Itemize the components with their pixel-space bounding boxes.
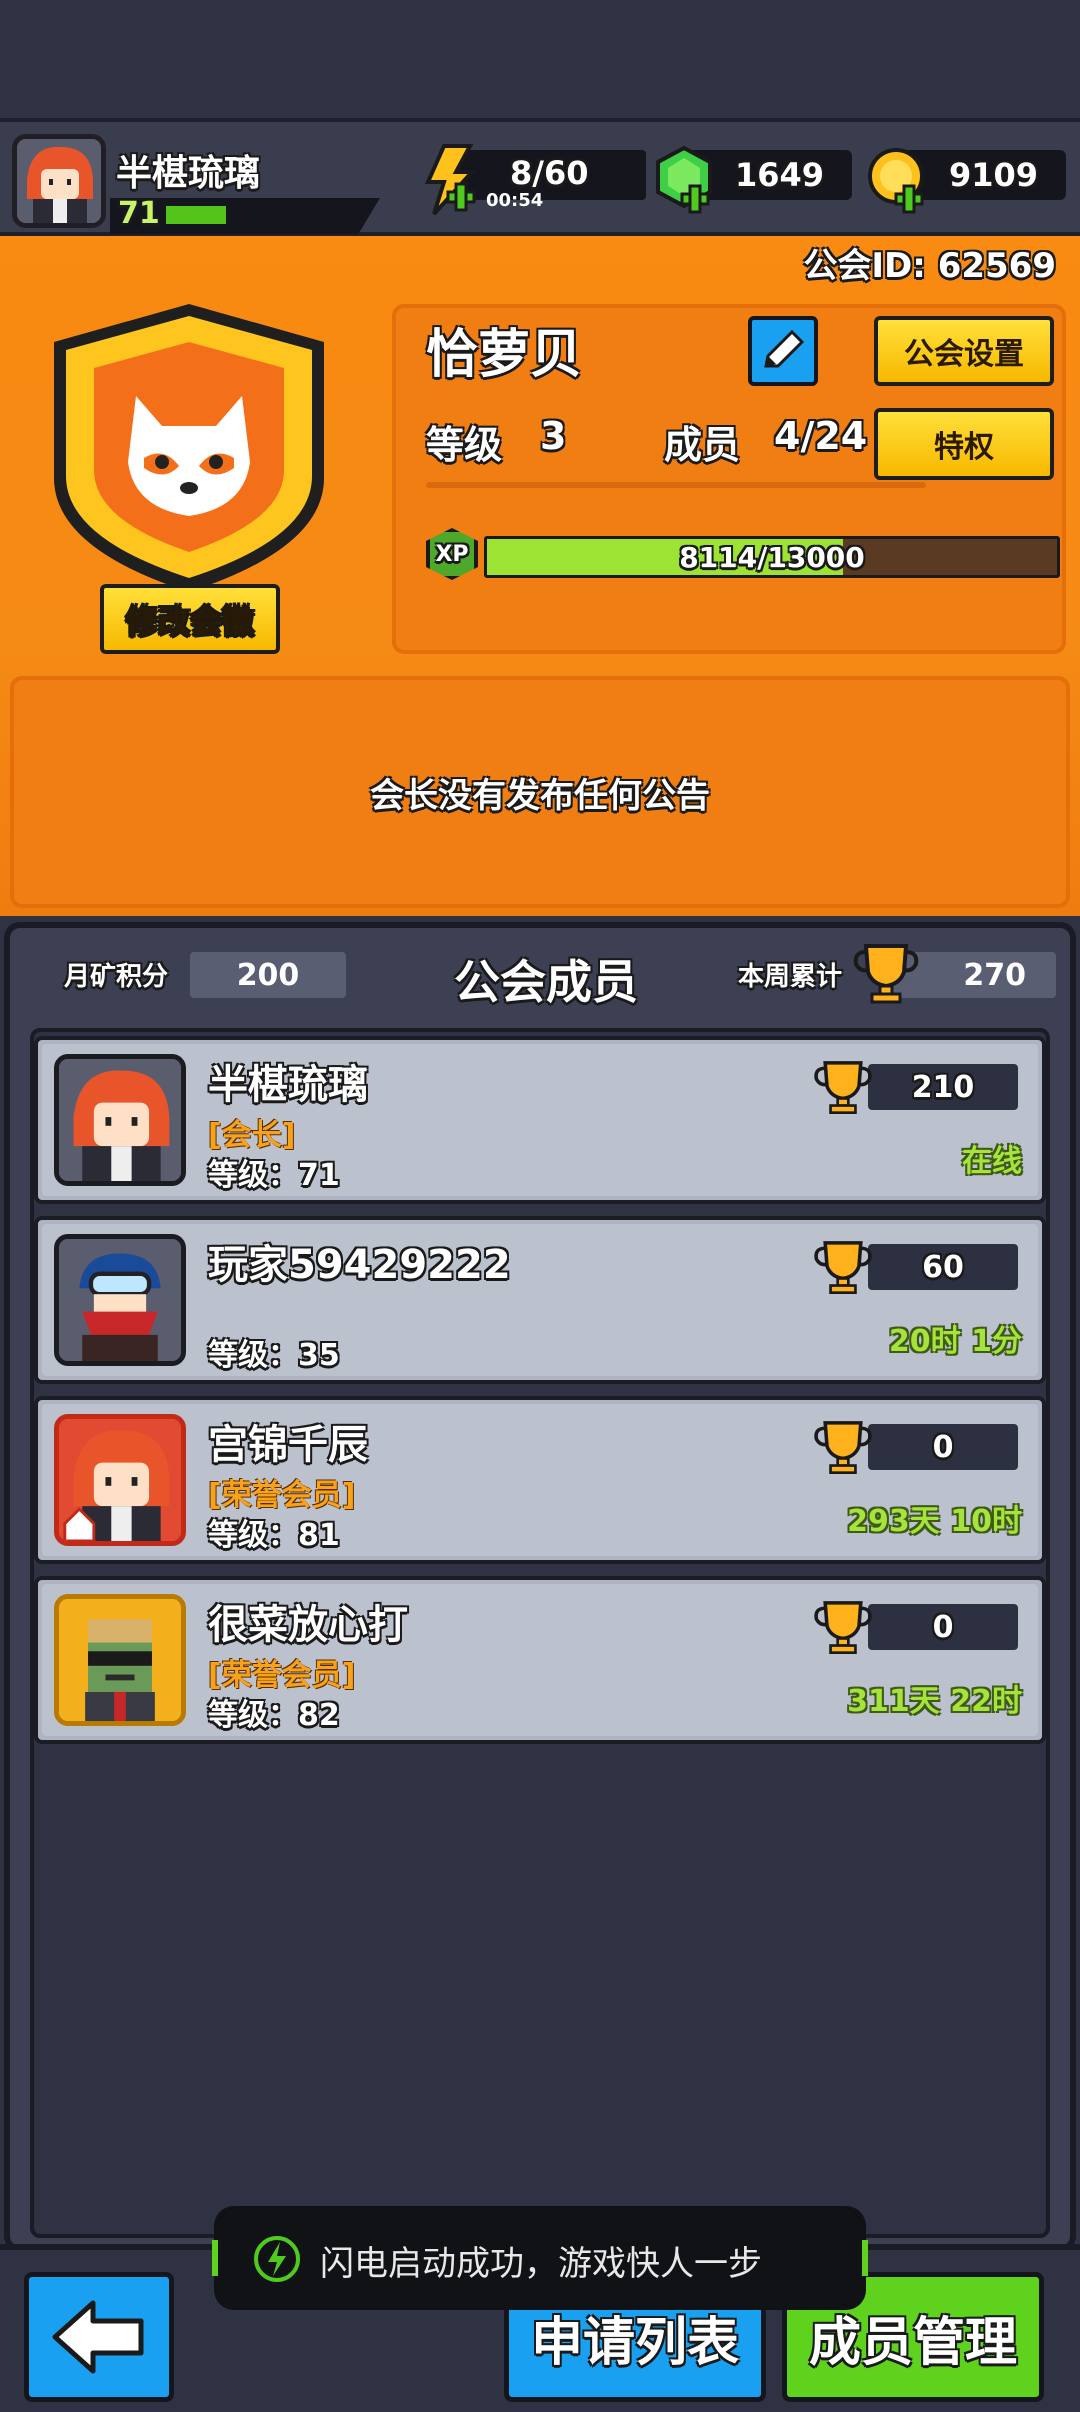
member-trophies: 0	[868, 1424, 1018, 1470]
guild-name: 恰萝贝	[426, 325, 583, 385]
trophy-icon	[814, 1601, 872, 1654]
member-row[interactable]: 很菜放心打 [荣誉会员] 等级：82 0 311天 22时	[34, 1576, 1046, 1744]
member-trophies: 210	[868, 1064, 1018, 1110]
toast-accent-left	[212, 2240, 218, 2276]
member-status: 293天 10时	[847, 1504, 1022, 1539]
xp-text: 8114/13000	[679, 541, 865, 574]
member-row[interactable]: 玩家59429222 等级：35 60 20时 1分	[34, 1216, 1046, 1384]
member-status: 311天 22时	[847, 1684, 1022, 1719]
toast-text: 闪电启动成功，游戏快人一步	[320, 2244, 762, 2284]
member-name: 宫锦千辰	[208, 1422, 368, 1468]
member-avatar	[54, 1594, 186, 1726]
member-row[interactable]: 半椹琉璃 [会长] 等级：71 210 在线	[34, 1036, 1046, 1204]
trophy-icon	[814, 1421, 872, 1474]
avatar-redhair-festive-icon	[59, 1419, 181, 1541]
member-level: 等级：82	[208, 1698, 340, 1733]
status-area	[0, 0, 1080, 120]
member-status: 在线	[962, 1144, 1022, 1179]
weekly-total-value: 270	[963, 957, 1026, 993]
player-level-fill	[166, 206, 226, 224]
coin-value: 9109	[948, 156, 1038, 194]
player-avatar[interactable]	[12, 134, 106, 228]
guild-members-value: 4/24	[774, 414, 868, 458]
member-name: 玩家59429222	[208, 1242, 511, 1288]
announcement-text: 会长没有发布任何公告	[370, 775, 710, 816]
back-button[interactable]	[24, 2272, 174, 2402]
monthly-points-label: 月矿积分	[64, 962, 169, 992]
trophy-icon	[814, 1241, 872, 1294]
coin-icon	[868, 148, 924, 214]
toast-accent-right	[862, 2240, 868, 2276]
avatar-zombie-sunglasses-icon	[59, 1599, 181, 1721]
player-level-bar: 71	[110, 198, 380, 234]
lightning-icon	[424, 144, 477, 216]
member-name: 很菜放心打	[208, 1602, 408, 1648]
member-trophies: 60	[868, 1244, 1018, 1290]
player-name: 半椹琉璃	[116, 153, 261, 194]
player-avatar-icon	[17, 139, 101, 223]
energy-counter[interactable]: 8/60 00:54	[420, 144, 646, 220]
member-avatar	[54, 1054, 186, 1186]
member-role: [会长]	[208, 1118, 296, 1153]
trophy-icon	[814, 1061, 872, 1114]
members-title: 公会成员	[454, 955, 638, 1009]
weekly-total-label: 本周累计	[738, 962, 843, 992]
player-level: 71	[118, 196, 160, 231]
divider	[426, 482, 926, 488]
member-level: 等级：35	[208, 1338, 340, 1373]
trophy-icon	[853, 944, 919, 1004]
member-avatar	[54, 1234, 186, 1366]
arrow-left-icon	[52, 2300, 144, 2374]
member-role: [荣誉会员]	[208, 1658, 356, 1693]
guild-id: 公会ID: 62569	[803, 246, 1056, 286]
guild-settings-label: 公会设置	[904, 337, 1024, 372]
xp-bar: 8114/13000	[484, 536, 1060, 578]
edit-emblem-label: 修改会徽	[125, 602, 254, 640]
edit-emblem-button[interactable]: 修改会徽	[100, 584, 280, 654]
guild-header: 公会ID: 62569 修改会徽 恰萝贝 公会设置 等级 3 成员 4/24 特…	[0, 236, 1080, 916]
guild-members-label: 成员	[664, 423, 741, 467]
monthly-points-pill: 200	[190, 952, 346, 998]
coin-counter[interactable]: 9109	[866, 144, 1066, 220]
player-hud: 半椹琉璃 71 8/60 00:54 1649 9109	[0, 118, 1080, 238]
avatar-redhair-icon	[59, 1059, 181, 1181]
member-name: 半椹琉璃	[208, 1062, 368, 1108]
member-trophies: 0	[868, 1604, 1018, 1650]
toast: 闪电启动成功，游戏快人一步	[212, 2206, 868, 2310]
lightning-circle-icon	[254, 2236, 300, 2282]
pencil-icon	[764, 329, 805, 368]
privilege-button[interactable]: 特权	[874, 408, 1054, 480]
gem-icon	[656, 145, 712, 214]
announcement-panel: 会长没有发布任何公告	[10, 676, 1070, 908]
rename-button[interactable]	[748, 316, 818, 386]
member-manage-label: 成员管理	[808, 2312, 1017, 2373]
guild-settings-button[interactable]: 公会设置	[874, 316, 1054, 386]
privilege-label: 特权	[934, 430, 994, 465]
member-level: 等级：71	[208, 1158, 340, 1193]
gem-counter[interactable]: 1649	[652, 144, 852, 220]
guild-level-value: 3	[540, 414, 567, 458]
energy-value: 8/60	[510, 154, 589, 192]
monthly-points-value: 200	[236, 957, 300, 993]
gem-value: 1649	[734, 156, 824, 194]
member-row[interactable]: 宫锦千辰 [荣誉会员] 等级：81 0 293天 10时	[34, 1396, 1046, 1564]
guild-emblem-raccoon-icon[interactable]	[44, 298, 334, 598]
member-role: [荣誉会员]	[208, 1478, 356, 1513]
guild-level-label: 等级	[426, 423, 503, 467]
member-status: 20时 1分	[888, 1324, 1022, 1359]
apply-list-label: 申请列表	[530, 2312, 739, 2373]
avatar-goggles-icon	[59, 1239, 181, 1361]
energy-timer: 00:54	[486, 190, 544, 211]
member-avatar	[54, 1414, 186, 1546]
member-level: 等级：81	[208, 1518, 340, 1553]
